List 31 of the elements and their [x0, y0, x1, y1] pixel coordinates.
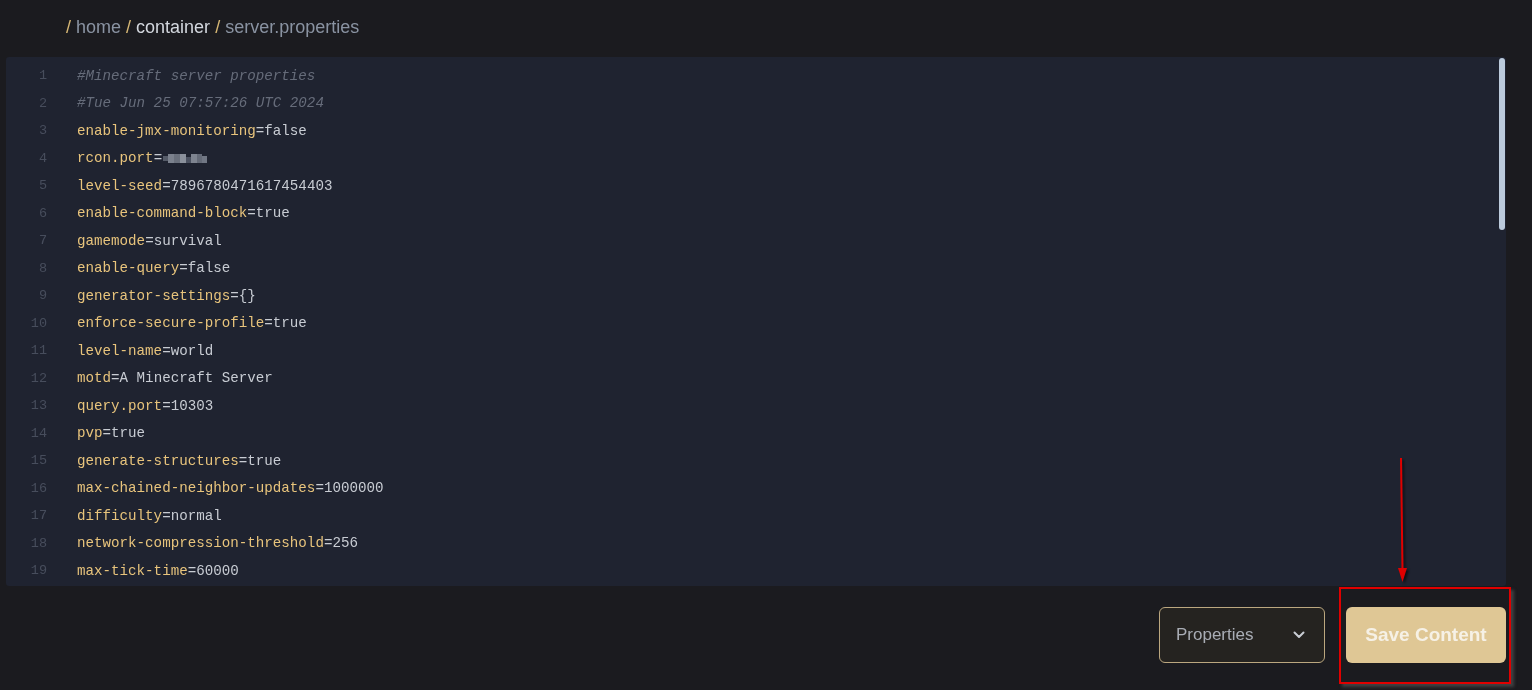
code-line: query.port=10303	[77, 397, 214, 414]
code-line: enforce-secure-profile=true	[77, 315, 307, 332]
breadcrumb-link[interactable]: container	[136, 15, 211, 39]
pixelated-value-icon	[163, 153, 208, 163]
property-key: rcon.port	[77, 150, 154, 167]
scrollbar-thumb[interactable]	[1499, 58, 1505, 230]
code-line: max-chained-neighbor-updates=1000000	[77, 480, 384, 497]
breadcrumb-separator: /	[215, 16, 221, 39]
code-line: max-tick-time=60000	[77, 562, 239, 579]
code-line: enable-query=false	[77, 260, 231, 277]
code-line: generator-settings={}	[77, 287, 256, 304]
code-line: generate-structures=true	[77, 452, 282, 469]
code-line: level-seed=7896780471617454403	[77, 177, 333, 194]
code-line: level-name=world	[77, 342, 214, 359]
breadcrumb-link[interactable]: home	[76, 15, 122, 39]
comment-line: #Tue Jun 25 07:57:26 UTC 2024	[77, 95, 324, 112]
code-line: enable-jmx-monitoring=false	[77, 122, 307, 139]
breadcrumb-separator: /	[126, 16, 132, 39]
equals-sign: =	[153, 150, 163, 167]
code-line: network-compression-threshold=256	[77, 535, 358, 552]
code-line: motd=A Minecraft Server	[77, 370, 273, 387]
file-type-dropdown[interactable]: Properties	[1159, 607, 1325, 663]
code-editor[interactable]	[6, 57, 1506, 586]
code-line: difficulty=normal	[77, 507, 222, 524]
comment-line: #Minecraft server properties	[77, 67, 316, 84]
code-line: enable-command-block=true	[77, 205, 290, 222]
code-line: gamemode=survival	[77, 232, 222, 249]
breadcrumb-current: server.properties	[225, 16, 360, 39]
chevron-down-icon	[1293, 631, 1305, 639]
code-line: pvp=true	[77, 425, 146, 442]
breadcrumb-separator: /	[66, 16, 71, 39]
